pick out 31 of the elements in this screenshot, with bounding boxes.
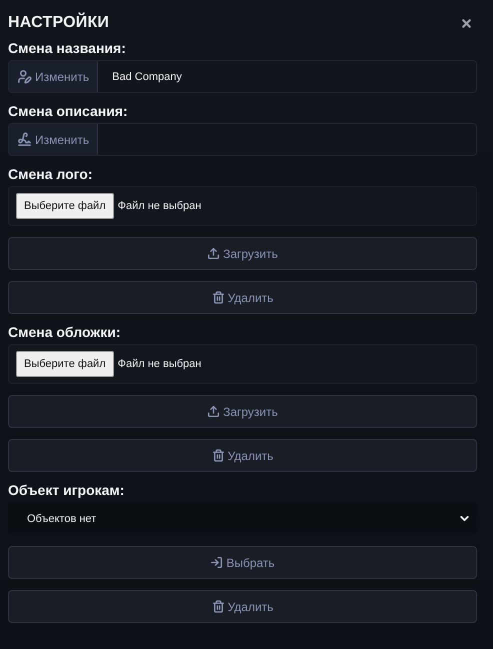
settings-title: НАСТРОЙКИ [8, 14, 110, 32]
section-label: Смена описания: [8, 103, 129, 120]
upload-icon [207, 405, 220, 418]
field-value: Bad Company [111, 70, 182, 82]
text-field[interactable]: Изменить Bad Company [8, 60, 477, 93]
trash-icon [212, 600, 225, 613]
trash-icon [212, 449, 225, 462]
signature-icon [17, 132, 32, 147]
section-label: Смена обложки: [8, 324, 122, 341]
file-status: Файл не выбран [118, 200, 202, 212]
choose-button[interactable]: Выбрать [8, 546, 477, 579]
choose-file-button[interactable]: Выберите файл [16, 193, 114, 219]
upload-button[interactable]: Загрузить [8, 237, 477, 270]
section-label: Смена названия: [8, 40, 127, 57]
upload-button[interactable]: Загрузить [8, 395, 477, 428]
delete-button[interactable]: Удалить [8, 439, 477, 472]
enter-icon [210, 556, 224, 569]
upload-icon [207, 247, 220, 260]
edit-button[interactable]: Изменить [9, 61, 98, 92]
edit-button[interactable]: Изменить [9, 124, 98, 155]
close-button[interactable] [460, 16, 473, 30]
section-label: Объект игрокам: [8, 482, 126, 499]
delete-button[interactable]: Удалить [8, 281, 477, 314]
dropdown[interactable]: Объектов нет [8, 502, 477, 535]
section-label: Смена лого: [8, 166, 94, 183]
choose-file-button[interactable]: Выберите файл [16, 351, 114, 377]
user-pen-icon [17, 69, 32, 84]
trash-icon [212, 291, 225, 304]
file-status: Файл не выбран [118, 358, 202, 370]
delete-button[interactable]: Удалить [8, 590, 477, 623]
text-field[interactable]: Изменить [8, 123, 477, 156]
